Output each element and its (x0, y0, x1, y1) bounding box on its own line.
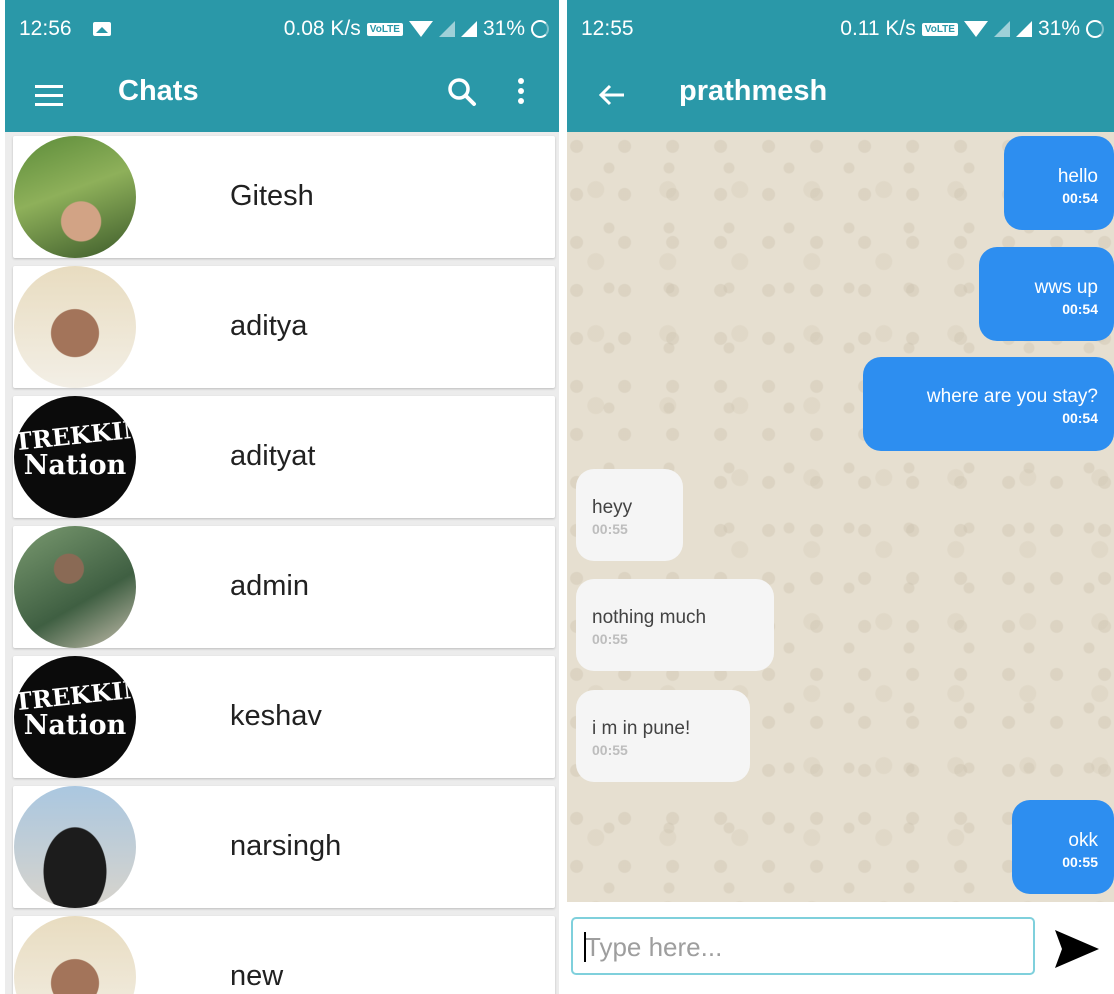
message-time: 00:55 (592, 742, 628, 758)
chat-list: Gitesh aditya TREKKING Nation adityat ad… (5, 132, 559, 994)
app-bar: Chats (5, 58, 559, 132)
gallery-icon (93, 22, 111, 36)
page-title: Chats (118, 75, 199, 107)
avatar (14, 786, 136, 908)
battery-icon (1086, 20, 1104, 38)
avatar (14, 916, 136, 994)
incoming-message: i m in pune! 00:55 (576, 690, 750, 782)
message-input-placeholder: Type here... (585, 932, 723, 962)
wifi-icon (963, 21, 988, 37)
network-speed: 0.08 K/s (283, 17, 361, 40)
status-indicators: 0.11 K/s VoLTE 31% (840, 17, 1104, 41)
message-time: 00:54 (1062, 190, 1098, 206)
back-arrow-icon[interactable] (597, 80, 627, 110)
logo-text: Nation (23, 450, 127, 481)
volte-badge: VoLTE (366, 22, 403, 36)
incoming-message: heyy 00:55 (576, 469, 683, 561)
avatar: TREKKING Nation (14, 656, 136, 778)
avatar (14, 136, 136, 258)
avatar (14, 526, 136, 648)
more-vert-icon[interactable] (518, 78, 526, 110)
chat-item[interactable]: new (13, 916, 555, 994)
network-speed: 0.11 K/s (840, 17, 916, 40)
text-cursor (584, 932, 586, 962)
status-bar: 12:55 0.11 K/s VoLTE 31% (567, 0, 1114, 58)
chat-item[interactable]: TREKKING Nation adityat (13, 396, 555, 518)
outgoing-message: okk 00:55 (1012, 800, 1114, 894)
chat-item[interactable]: aditya (13, 266, 555, 388)
avatar (14, 266, 136, 388)
chat-item[interactable]: admin (13, 526, 555, 648)
status-bar: 12:56 0.08 K/s VoLTE 31% (5, 0, 559, 58)
message-time: 00:54 (1062, 410, 1098, 426)
message-text: hello (1057, 166, 1098, 187)
battery-percent: 31% (1037, 17, 1080, 40)
status-indicators: 0.08 K/s VoLTE 31% (284, 17, 549, 41)
chat-item[interactable]: Gitesh (13, 136, 555, 258)
outgoing-message: wws up 00:54 (979, 247, 1114, 341)
outgoing-message: hello 00:54 (1004, 136, 1114, 230)
message-time: 00:54 (1062, 301, 1098, 317)
battery-percent: 31% (482, 17, 525, 40)
message-text: i m in pune! (592, 718, 691, 739)
status-time: 12:56 (19, 17, 72, 40)
menu-icon[interactable] (35, 85, 63, 107)
chat-name: adityat (230, 440, 316, 472)
signal-icon (993, 21, 1010, 37)
volte-badge: VoLTE (921, 22, 958, 36)
send-icon[interactable] (1053, 927, 1101, 971)
message-time: 00:55 (592, 521, 628, 537)
chat-item[interactable]: narsingh (13, 786, 555, 908)
message-input[interactable]: Type here... (571, 917, 1035, 975)
contact-name: prathmesh (679, 75, 828, 107)
incoming-message: nothing much 00:55 (576, 579, 774, 671)
message-text: where are you stay? (926, 386, 1098, 407)
logo-text: TREKKING (14, 671, 136, 717)
chat-item[interactable]: TREKKING Nation keshav (13, 656, 555, 778)
avatar: TREKKING Nation (14, 396, 136, 518)
message-text: okk (1068, 830, 1098, 851)
logo-text: TREKKING (14, 411, 136, 457)
status-time: 12:55 (581, 17, 634, 40)
chat-list-screen: 12:56 0.08 K/s VoLTE 31% Chats Gitesh ad… (5, 0, 559, 994)
chat-name: new (230, 960, 284, 992)
signal-icon (1015, 21, 1032, 37)
chat-name: keshav (230, 700, 322, 732)
message-composer: Type here... (567, 902, 1114, 994)
signal-icon (460, 21, 477, 37)
chat-name: aditya (230, 310, 308, 342)
message-text: wws up (1034, 277, 1098, 298)
search-icon[interactable] (446, 76, 478, 108)
message-time: 00:55 (592, 631, 628, 647)
message-text: heyy (592, 497, 633, 518)
chat-name: admin (230, 570, 309, 602)
outgoing-message: where are you stay? 00:54 (863, 357, 1114, 451)
app-bar: prathmesh (567, 58, 1114, 132)
signal-icon (438, 21, 455, 37)
message-area: hello 00:54 wws up 00:54 where are you s… (567, 132, 1114, 902)
chat-name: narsingh (230, 830, 342, 862)
message-time: 00:55 (1062, 854, 1098, 870)
message-text: nothing much (592, 607, 707, 628)
logo-text: Nation (23, 710, 127, 741)
wifi-icon (408, 21, 433, 37)
battery-icon (531, 20, 549, 38)
conversation-screen: 12:55 0.11 K/s VoLTE 31% prathmesh hello… (567, 0, 1114, 994)
chat-name: Gitesh (230, 180, 314, 212)
